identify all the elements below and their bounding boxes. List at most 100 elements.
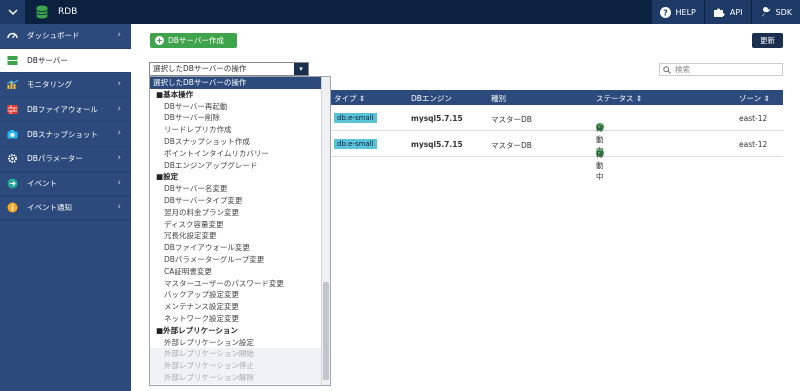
- dropdown-option[interactable]: DBパラメーターグループ変更: [150, 254, 330, 266]
- api-button[interactable]: API: [703, 0, 751, 24]
- scrollbar-thumb[interactable]: [323, 282, 329, 380]
- gear-icon: [6, 153, 18, 165]
- operation-select[interactable]: 選択したDBサーバーの操作 ▾: [149, 62, 309, 76]
- top-bar: RDB ? HELP API SDK: [0, 0, 800, 24]
- question-icon: ?: [659, 6, 671, 18]
- dropdown-group-external-replication: ■外部レプリケーション: [156, 325, 238, 335]
- refresh-button[interactable]: 更新: [752, 33, 783, 48]
- dropdown-option[interactable]: DBサーバー再起動: [150, 101, 330, 113]
- column-header-kind: 種別: [491, 94, 506, 103]
- dropdown-option[interactable]: 翌月の料金プラン変更: [150, 207, 330, 219]
- search-icon: [663, 65, 671, 74]
- dropdown-option[interactable]: DBサーバータイプ変更: [150, 195, 330, 207]
- sidebar-item-event-notification[interactable]: イベント通知 ›: [0, 196, 131, 221]
- engine-cell: mysql5.7.15: [411, 114, 463, 123]
- type-badge: db.e-small: [334, 113, 377, 123]
- firewall-icon: [6, 104, 18, 116]
- app-brand: RDB: [36, 0, 77, 24]
- dashboard-icon: [6, 30, 18, 42]
- search-input[interactable]: 検索: [659, 63, 783, 76]
- dropdown-group-basic: ■基本操作: [156, 89, 194, 99]
- dropdown-option[interactable]: マスターユーザーのパスワード変更: [150, 278, 330, 290]
- dropdown-option-header[interactable]: 選択したDBサーバーの操作: [150, 77, 330, 89]
- chevron-right-icon: ›: [117, 202, 121, 213]
- chevron-right-icon: ›: [117, 128, 121, 139]
- sidebar-item-label: DBファイアウォール: [27, 105, 98, 115]
- dropdown-option[interactable]: 冗長化設定変更: [150, 230, 330, 242]
- sidebar-item-db-parameter[interactable]: DBパラメーター ›: [0, 147, 131, 172]
- sidebar-item-label: ダッシュボード: [27, 31, 80, 41]
- dropdown-option[interactable]: リードレプリカ作成: [150, 124, 330, 136]
- dropdown-option[interactable]: ディスク容量変更: [150, 219, 330, 231]
- sidebar-item-label: DBスナップショット: [27, 129, 98, 139]
- operation-select-value: 選択したDBサーバーの操作: [153, 64, 247, 73]
- dropdown-option[interactable]: DBエンジンアップグレード: [150, 160, 330, 172]
- app-title: RDB: [58, 7, 78, 17]
- search-placeholder: 検索: [675, 65, 690, 74]
- sdk-label: SDK: [775, 7, 792, 17]
- chevron-right-icon: ›: [117, 152, 121, 163]
- sidebar-item-db-snapshot[interactable]: DBスナップショット ›: [0, 122, 131, 147]
- database-icon: [36, 5, 48, 19]
- svg-text:?: ?: [663, 8, 668, 17]
- dropdown-option[interactable]: DBファイアウォール変更: [150, 242, 330, 254]
- type-badge: db.e-small: [334, 139, 377, 149]
- camera-icon: [6, 128, 18, 140]
- dropdown-option[interactable]: DBサーバー名変更: [150, 183, 330, 195]
- zone-cell: east-12: [739, 140, 768, 149]
- dropdown-option[interactable]: DBスナップショット作成: [150, 136, 330, 148]
- dropdown-option[interactable]: 外部レプリケーション設定: [150, 337, 330, 349]
- puzzle-icon: [713, 8, 725, 17]
- dropdown-option[interactable]: バックアップ設定変更: [150, 289, 330, 301]
- column-header-type[interactable]: タイプ ⇕: [334, 93, 365, 104]
- monitoring-icon: [6, 79, 18, 91]
- dropdown-option[interactable]: DBサーバー削除: [150, 112, 330, 124]
- wrench-icon: [761, 6, 770, 16]
- column-header-status[interactable]: ステータス ⇕: [596, 93, 642, 104]
- zone-cell: east-12: [739, 114, 768, 123]
- sidebar-item-event[interactable]: イベント ›: [0, 172, 131, 197]
- sdk-button[interactable]: SDK: [750, 0, 800, 24]
- dropdown-scrollbar[interactable]: [321, 77, 330, 385]
- sidebar-item-dashboard[interactable]: ダッシュボード ›: [0, 24, 131, 49]
- sort-icon: ⇕: [763, 94, 770, 103]
- db-server-icon: [6, 54, 18, 66]
- chevron-right-icon: ›: [117, 55, 121, 65]
- dropdown-option[interactable]: ネットワーク設定変更: [150, 313, 330, 325]
- dropdown-option-disabled: 外部レプリケーション開始: [150, 348, 330, 361]
- dropdown-option-disabled: 外部レプリケーション解除: [150, 371, 330, 384]
- sidebar-item-db-firewall[interactable]: DBファイアウォール ›: [0, 98, 131, 123]
- event-icon: [6, 177, 18, 189]
- api-label: API: [729, 7, 743, 17]
- chevron-right-icon: ›: [117, 177, 121, 188]
- sidebar-item-label: イベント: [27, 178, 57, 188]
- plus-icon: +: [155, 36, 164, 45]
- operation-dropdown-list: 選択したDBサーバーの操作 ■基本操作 DBサーバー再起動 DBサーバー削除 リ…: [149, 76, 331, 386]
- sidebar-item-monitoring[interactable]: モニタリング ›: [0, 73, 131, 98]
- help-button[interactable]: ? HELP: [650, 0, 704, 24]
- menu-toggle-button[interactable]: [0, 0, 25, 24]
- sidebar-item-label: イベント通知: [27, 203, 72, 213]
- kind-cell: マスターDB: [491, 115, 532, 124]
- sidebar-item-label: DBパラメーター: [27, 154, 83, 164]
- create-button-label: DBサーバー作成: [168, 36, 224, 45]
- info-icon: [6, 202, 18, 214]
- chevron-right-icon: ›: [117, 103, 121, 114]
- chevron-down-icon: ▾: [294, 63, 308, 75]
- chevron-down-icon: [7, 9, 18, 16]
- kind-cell: マスターDB: [491, 141, 532, 150]
- dropdown-option[interactable]: メンテナンス設定変更: [150, 301, 330, 313]
- sort-icon: ⇕: [358, 94, 366, 103]
- create-db-server-button[interactable]: + DBサーバー作成: [150, 33, 237, 48]
- dropdown-option-disabled: 外部レプリケーション停止: [150, 360, 330, 372]
- sidebar-item-db-server[interactable]: DBサーバー ›: [0, 48, 131, 74]
- sidebar: ダッシュボード › DBサーバー › モニタリング › DBファイアウォール ›…: [0, 24, 131, 391]
- dropdown-option[interactable]: CA証明書変更: [150, 266, 330, 278]
- help-label: HELP: [675, 7, 696, 17]
- sidebar-item-label: DBサーバー: [27, 55, 68, 65]
- sort-icon: ⇕: [635, 94, 643, 103]
- column-header-zone[interactable]: ゾーン ⇕: [739, 93, 770, 104]
- sidebar-item-label: モニタリング: [27, 80, 72, 90]
- engine-cell: mysql5.7.15: [411, 140, 463, 149]
- dropdown-option[interactable]: ポイントインタイムリカバリー: [150, 148, 330, 160]
